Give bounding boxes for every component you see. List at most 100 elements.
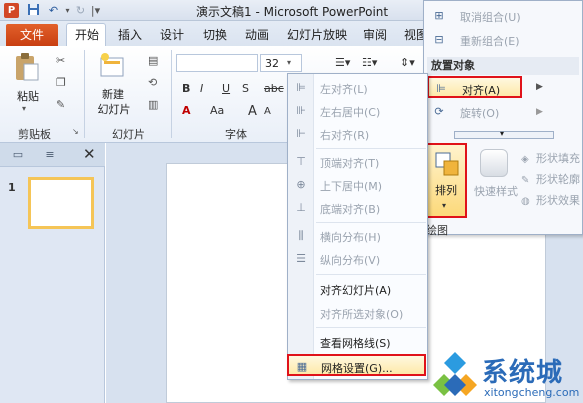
underline-button[interactable]: U bbox=[222, 82, 230, 95]
panel-scroll-icon: ▾ bbox=[500, 129, 505, 138]
shadow-button[interactable]: S bbox=[242, 82, 249, 95]
strikethrough-button[interactable]: abc bbox=[264, 82, 284, 95]
pane-tabs: ▭ ≡ ✕ bbox=[0, 143, 105, 167]
new-slide-label-1[interactable]: 新建 bbox=[96, 86, 130, 102]
grow-font-button[interactable]: A bbox=[248, 104, 257, 119]
numbering-button[interactable]: ☷▾ bbox=[362, 56, 377, 69]
font-color-button[interactable]: A bbox=[182, 104, 191, 117]
shape-outline-label: 形状轮廓 bbox=[536, 173, 580, 186]
align-middle-label: 上下居中(M) bbox=[320, 180, 383, 193]
menu-item-align-top[interactable]: ⊤ 顶端对齐(T) bbox=[288, 151, 427, 173]
new-slide-label-2[interactable]: 幻灯片 bbox=[92, 101, 136, 117]
font-size-combo[interactable]: 32 ▾ bbox=[260, 54, 302, 72]
regroup-icon: ⊟ bbox=[434, 33, 444, 46]
tab-review[interactable]: 审阅 bbox=[363, 26, 387, 43]
font-size-value: 32 bbox=[265, 57, 279, 70]
italic-button[interactable]: I bbox=[200, 82, 203, 95]
grid-icon: ▦ bbox=[296, 360, 308, 373]
paste-icon[interactable] bbox=[14, 52, 40, 82]
shape-fill-button[interactable]: ◈ 形状填充 bbox=[521, 150, 580, 166]
menu-item-grid-settings[interactable]: ▦ 网格设置(G)... bbox=[287, 354, 426, 376]
rotate-icon: ⟳ bbox=[434, 105, 444, 118]
distribute-vertical-icon: ☰ bbox=[296, 252, 306, 265]
paste-dropdown-icon[interactable]: ▾ bbox=[22, 104, 26, 113]
menu-item-distribute-horizontal[interactable]: ⫼ 横向分布(H) bbox=[288, 225, 427, 247]
customize-qat-icon[interactable]: |▾ bbox=[88, 3, 103, 18]
bold-button[interactable]: B bbox=[182, 82, 190, 95]
align-to-slide-label: 对齐幻灯片(A) bbox=[320, 284, 392, 297]
ungroup-item[interactable]: ⊞ 取消组合(U) bbox=[424, 5, 582, 27]
menu-item-align-right[interactable]: ⊩ 右对齐(R) bbox=[288, 123, 427, 145]
slides-pane: ▭ ≡ ✕ 1 bbox=[0, 143, 105, 403]
watermark-text: 系统城 bbox=[482, 358, 564, 388]
font-name-combo[interactable] bbox=[176, 54, 258, 72]
shape-effects-button[interactable]: ◍ 形状效果 bbox=[521, 192, 580, 208]
tab-insert[interactable]: 插入 bbox=[118, 26, 142, 43]
panel-scroll-bar[interactable]: ▾ bbox=[454, 129, 554, 139]
menu-item-align-bottom[interactable]: ⊥ 底端对齐(B) bbox=[288, 197, 427, 219]
quick-styles-label: 快速样式 bbox=[474, 185, 518, 198]
tab-slideshow[interactable]: 幻灯片放映 bbox=[287, 26, 347, 43]
close-pane-icon[interactable]: ✕ bbox=[83, 145, 96, 163]
tab-animations[interactable]: 动画 bbox=[245, 26, 269, 43]
save-icon[interactable] bbox=[26, 3, 41, 18]
clipboard-launcher-icon[interactable]: ↘ bbox=[72, 127, 79, 136]
bullets-button[interactable]: ☰▾ bbox=[335, 56, 350, 69]
change-case-button[interactable]: Aa bbox=[210, 104, 224, 117]
menu-item-align-center[interactable]: ⊪ 左右居中(C) bbox=[288, 100, 427, 122]
align-bottom-label: 底端对齐(B) bbox=[320, 203, 381, 216]
outline-tab-icon[interactable]: ≡ bbox=[38, 147, 62, 163]
copy-icon[interactable]: ❐ bbox=[56, 76, 66, 89]
tab-file[interactable]: 文件 bbox=[6, 24, 58, 46]
menu-separator bbox=[316, 274, 426, 275]
group-separator bbox=[171, 50, 172, 138]
menu-item-view-gridlines[interactable]: 查看网格线(S) bbox=[288, 331, 427, 353]
menu-item-align-to-slide[interactable]: 对齐幻灯片(A) bbox=[288, 278, 427, 300]
rotate-label: 旋转(O) bbox=[460, 107, 500, 120]
menu-item-align-middle[interactable]: ⊕ 上下居中(M) bbox=[288, 174, 427, 196]
menu-item-distribute-vertical[interactable]: ☰ 纵向分布(V) bbox=[288, 248, 427, 270]
align-bottom-icon: ⊥ bbox=[296, 201, 306, 214]
reset-icon[interactable]: ⟲ bbox=[148, 76, 157, 89]
redo-icon[interactable]: ↻ bbox=[73, 3, 88, 18]
slide-number: 1 bbox=[8, 181, 16, 194]
arrange-button[interactable]: 排列 ▾ bbox=[425, 143, 467, 218]
watermark: 系统城 xitongcheng.com bbox=[432, 348, 583, 403]
drawing-group-label: 绘图 bbox=[426, 224, 448, 237]
shrink-font-button[interactable]: A bbox=[264, 106, 271, 117]
tab-design[interactable]: 设计 bbox=[160, 26, 184, 43]
slides-tab-icon[interactable]: ▭ bbox=[6, 147, 30, 163]
slide-thumbnail[interactable] bbox=[28, 177, 94, 229]
shape-outline-button[interactable]: ✎ 形状轮廓 bbox=[521, 171, 580, 187]
undo-icon[interactable]: ↶ bbox=[46, 3, 61, 18]
shape-fill-icon: ◈ bbox=[521, 154, 529, 165]
menu-item-align-selected[interactable]: 对齐所选对象(O) bbox=[288, 302, 427, 324]
powerpoint-app-icon[interactable]: P bbox=[4, 3, 19, 18]
shape-fill-label: 形状填充 bbox=[536, 152, 580, 165]
paste-button[interactable]: 粘贴 bbox=[10, 88, 46, 104]
section-icon[interactable]: ▥ bbox=[148, 98, 158, 111]
quick-styles-button[interactable]: 快速样式 bbox=[470, 143, 522, 218]
view-gridlines-label: 查看网格线(S) bbox=[320, 337, 391, 350]
distribute-horizontal-icon: ⫼ bbox=[298, 229, 304, 242]
cut-icon[interactable]: ✂ bbox=[56, 54, 65, 67]
format-painter-icon[interactable]: ✎ bbox=[56, 98, 65, 111]
distribute-horizontal-label: 横向分布(H) bbox=[320, 231, 381, 244]
new-slide-icon[interactable] bbox=[98, 52, 126, 80]
align-top-icon: ⊤ bbox=[296, 155, 306, 168]
align-menu-item[interactable]: ⊫ 对齐(A) bbox=[427, 76, 522, 98]
tab-transitions[interactable]: 切换 bbox=[203, 26, 227, 43]
menu-separator bbox=[316, 148, 426, 149]
arrange-dropdown-icon: ▾ bbox=[442, 201, 447, 210]
rotate-submenu-arrow-icon: ▶ bbox=[536, 107, 543, 117]
menu-item-align-left[interactable]: ⊫ 左对齐(L) bbox=[288, 77, 427, 99]
regroup-item[interactable]: ⊟ 重新组合(E) bbox=[424, 29, 582, 51]
rotate-item[interactable]: ⟳ 旋转(O) bbox=[424, 101, 582, 123]
font-group-label: 字体 bbox=[225, 128, 247, 141]
shape-effects-label: 形状效果 bbox=[536, 194, 580, 207]
position-objects-header: 放置对象 bbox=[427, 57, 579, 75]
layout-icon[interactable]: ▤ bbox=[148, 54, 158, 67]
font-size-dropdown-icon[interactable]: ▾ bbox=[287, 58, 291, 67]
line-spacing-button[interactable]: ⇕▾ bbox=[400, 56, 415, 69]
tab-home[interactable]: 开始 bbox=[75, 26, 99, 43]
